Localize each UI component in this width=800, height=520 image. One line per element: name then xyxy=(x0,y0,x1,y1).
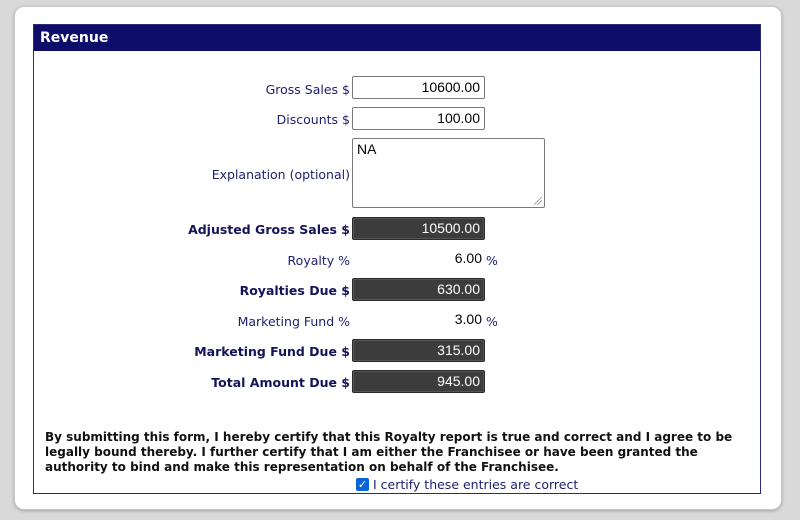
checkmark-icon: ✓ xyxy=(357,478,368,491)
marketing-fund-percent-value: 3.00 xyxy=(454,311,482,327)
panel-title: Revenue xyxy=(34,25,760,51)
revenue-panel: Revenue Gross Sales $ 10600.00 Discounts… xyxy=(33,24,761,494)
certify-checkbox[interactable]: ✓ xyxy=(356,478,369,491)
explanation-label: Explanation (optional) xyxy=(211,167,350,182)
total-amount-due-field: 945.00 xyxy=(352,370,485,393)
gross-sales-label: Gross Sales $ xyxy=(265,82,350,97)
certification-statement: By submitting this form, I hereby certif… xyxy=(45,430,733,474)
royalty-percent-suffix: % xyxy=(486,253,498,268)
discounts-input[interactable]: 100.00 xyxy=(352,107,485,130)
marketing-fund-percent-label: Marketing Fund % xyxy=(237,314,350,329)
marketing-fund-due-field: 315.00 xyxy=(352,339,485,362)
adjusted-gross-sales-label: Adjusted Gross Sales $ xyxy=(188,222,350,237)
gross-sales-input[interactable]: 10600.00 xyxy=(352,76,485,99)
report-card: Revenue Gross Sales $ 10600.00 Discounts… xyxy=(14,6,782,510)
royalties-due-field: 630.00 xyxy=(352,278,485,301)
royalty-percent-value: 6.00 xyxy=(454,250,482,266)
certify-checkbox-row[interactable]: ✓ I certify these entries are correct xyxy=(356,477,578,492)
royalty-percent-label: Royalty % xyxy=(287,253,350,268)
marketing-fund-due-label: Marketing Fund Due $ xyxy=(194,344,350,359)
explanation-textarea[interactable]: NA xyxy=(352,138,545,208)
explanation-text: NA xyxy=(357,141,377,157)
marketing-fund-percent-suffix: % xyxy=(486,314,498,329)
discounts-label: Discounts $ xyxy=(276,112,350,127)
adjusted-gross-sales-field: 10500.00 xyxy=(352,217,485,240)
royalties-due-label: Royalties Due $ xyxy=(239,283,350,298)
resize-grip-icon[interactable] xyxy=(534,197,542,205)
certify-checkbox-label[interactable]: I certify these entries are correct xyxy=(373,477,578,492)
total-amount-due-label: Total Amount Due $ xyxy=(211,375,350,390)
